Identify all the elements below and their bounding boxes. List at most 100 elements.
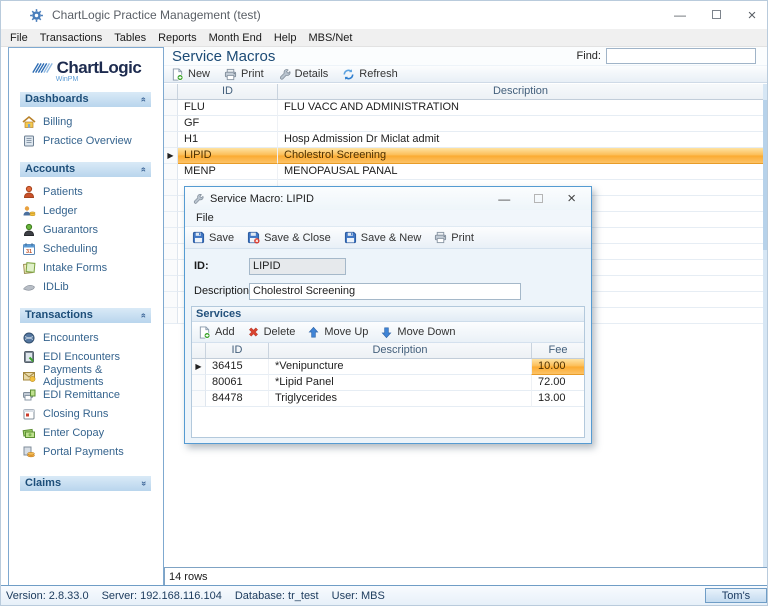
section-label: Claims <box>25 477 62 489</box>
menu-mbsnet[interactable]: MBS/Net <box>302 29 358 47</box>
svg-text:31: 31 <box>26 248 32 254</box>
section-header-accounts[interactable]: Accounts « <box>20 162 151 177</box>
row-header-cell <box>164 228 178 244</box>
find-label: Find: <box>576 50 601 62</box>
sidebar-item-intake-forms[interactable]: Intake Forms <box>20 258 151 277</box>
details-button[interactable]: Details <box>278 68 328 81</box>
row-header-cell: ▶ <box>192 359 206 375</box>
sidebar-item-patients[interactable]: Patients <box>20 182 151 201</box>
section-header-claims[interactable]: Claims « <box>20 476 151 491</box>
closing-runs-icon <box>23 408 35 419</box>
chevron-up-icon: « <box>138 312 149 319</box>
ledger-icon <box>23 205 36 216</box>
section-label: Transactions <box>25 309 93 321</box>
id-field <box>249 257 346 275</box>
menu-file[interactable]: File <box>4 29 34 47</box>
move-down-icon <box>381 327 392 338</box>
refresh-button[interactable]: Refresh <box>342 68 398 81</box>
find-input[interactable] <box>606 48 756 64</box>
cell-fee: 13.00 <box>531 391 584 407</box>
row-header-cell <box>164 196 178 212</box>
title-bar: ChartLogic Practice Management (test) — … <box>1 1 767 29</box>
maximize-button[interactable] <box>709 8 723 22</box>
cell-description: Hosp Admission Dr Miclat admit <box>278 132 763 148</box>
vertical-scrollbar[interactable] <box>763 84 767 567</box>
section-header-transactions[interactable]: Transactions « <box>20 308 151 323</box>
sidebar-item-closing-runs[interactable]: Closing Runs <box>20 404 151 423</box>
delete-button[interactable]: Delete <box>247 326 296 339</box>
service-row[interactable]: 80061 *Lipid Panel 72.00 <box>192 375 584 391</box>
column-header-fee[interactable]: Fee <box>531 343 584 358</box>
move-down-button[interactable]: Move Down <box>380 326 455 339</box>
sidebar-item-enter-copay[interactable]: Enter Copay <box>20 423 151 442</box>
table-row[interactable]: FLU FLU VACC AND ADMINISTRATION <box>164 100 763 116</box>
cell-id: MENP <box>178 164 278 180</box>
status-profile[interactable]: Tom's <box>705 588 767 603</box>
chartlogic-logo: ChartLogic WinPM <box>9 48 163 83</box>
dialog-print-button[interactable]: Print <box>434 231 474 244</box>
save-new-button[interactable]: Save & New <box>344 231 421 244</box>
move-up-button[interactable]: Move Up <box>307 326 368 339</box>
menu-help[interactable]: Help <box>268 29 303 47</box>
sidebar-item-ledger[interactable]: Ledger <box>20 201 151 220</box>
sidebar-item-idlib[interactable]: IDLib <box>20 277 151 296</box>
row-header-cell <box>164 244 178 260</box>
menu-transactions[interactable]: Transactions <box>34 29 109 47</box>
delete-label: Delete <box>263 326 296 338</box>
sidebar-item-label: Enter Copay <box>43 426 105 439</box>
new-icon <box>172 67 184 81</box>
edi-encounters-icon <box>24 350 34 363</box>
column-header-id[interactable]: ID <box>206 343 269 358</box>
menu-reports[interactable]: Reports <box>152 29 203 47</box>
status-user: User: MBS <box>331 589 385 602</box>
column-header-id[interactable]: ID <box>178 84 278 99</box>
section-claims: Claims « <box>20 476 151 491</box>
sidebar-item-label: Scheduling <box>43 242 98 255</box>
table-row[interactable]: H1 Hosp Admission Dr Miclat admit <box>164 132 763 148</box>
sidebar-item-label: Closing Runs <box>43 407 109 420</box>
new-button[interactable]: New <box>171 67 210 81</box>
row-header-cell <box>164 132 178 148</box>
minimize-button[interactable]: — <box>673 8 687 22</box>
table-row[interactable]: GF <box>164 116 763 132</box>
column-header-description[interactable]: Description <box>278 84 763 99</box>
add-button[interactable]: Add <box>198 325 235 339</box>
save-close-button[interactable]: Save & Close <box>247 231 331 244</box>
scrollbar-thumb[interactable] <box>763 100 767 250</box>
close-button[interactable]: × <box>745 7 759 24</box>
dialog-close-button[interactable]: × <box>567 190 576 207</box>
sidebar-item-scheduling[interactable]: 31 Scheduling <box>20 239 151 258</box>
selection-arrow-icon: ▶ <box>195 362 202 371</box>
portal-payments-icon <box>23 446 35 457</box>
dialog-minimize-button[interactable]: — <box>498 192 510 206</box>
cell-description: FLU VACC AND ADMINISTRATION <box>278 100 763 116</box>
sidebar-item-practice-overview[interactable]: Practice Overview <box>20 131 151 150</box>
print-button[interactable]: Print <box>224 68 264 81</box>
services-toolbar: Add Delete Move Up Move Down <box>192 322 584 343</box>
column-header-description[interactable]: Description <box>269 343 531 358</box>
sidebar-item-label: Patients <box>43 185 83 198</box>
section-dashboards: Dashboards « Billing Practice Overview <box>20 92 151 150</box>
sidebar-item-billing[interactable]: Billing <box>20 112 151 131</box>
sidebar-item-edi-remittance[interactable]: EDI Remittance <box>20 385 151 404</box>
menu-tables[interactable]: Tables <box>108 29 152 47</box>
service-row-selected[interactable]: ▶ 36415 *Venipuncture 10.00 <box>192 359 584 375</box>
table-row[interactable]: MENP MENOPAUSAL PANAL <box>164 164 763 180</box>
sidebar-item-encounters[interactable]: Encounters <box>20 328 151 347</box>
table-row-selected[interactable]: ▶ LIPID Cholestrol Screening <box>164 148 763 164</box>
sidebar-item-portal-payments[interactable]: Portal Payments <box>20 442 151 461</box>
dialog-maximize-button[interactable] <box>534 192 544 206</box>
menu-month-end[interactable]: Month End <box>203 29 268 47</box>
save-button[interactable]: Save <box>192 231 234 244</box>
chevron-up-icon: « <box>138 166 149 173</box>
page-header: Service Macros Find: <box>164 47 767 65</box>
description-field[interactable] <box>249 282 521 300</box>
dialog-print-label: Print <box>451 231 474 244</box>
patients-icon <box>23 185 35 198</box>
status-version: Version: 2.8.33.0 <box>6 589 89 602</box>
sidebar-item-payments-adjustments[interactable]: Payments & Adjustments <box>20 364 151 388</box>
sidebar-item-guarantors[interactable]: Guarantors <box>20 220 151 239</box>
section-header-dashboards[interactable]: Dashboards « <box>20 92 151 107</box>
dialog-menu-file[interactable]: File <box>192 212 218 224</box>
service-row[interactable]: 84478 Triglycerides 13.00 <box>192 391 584 407</box>
